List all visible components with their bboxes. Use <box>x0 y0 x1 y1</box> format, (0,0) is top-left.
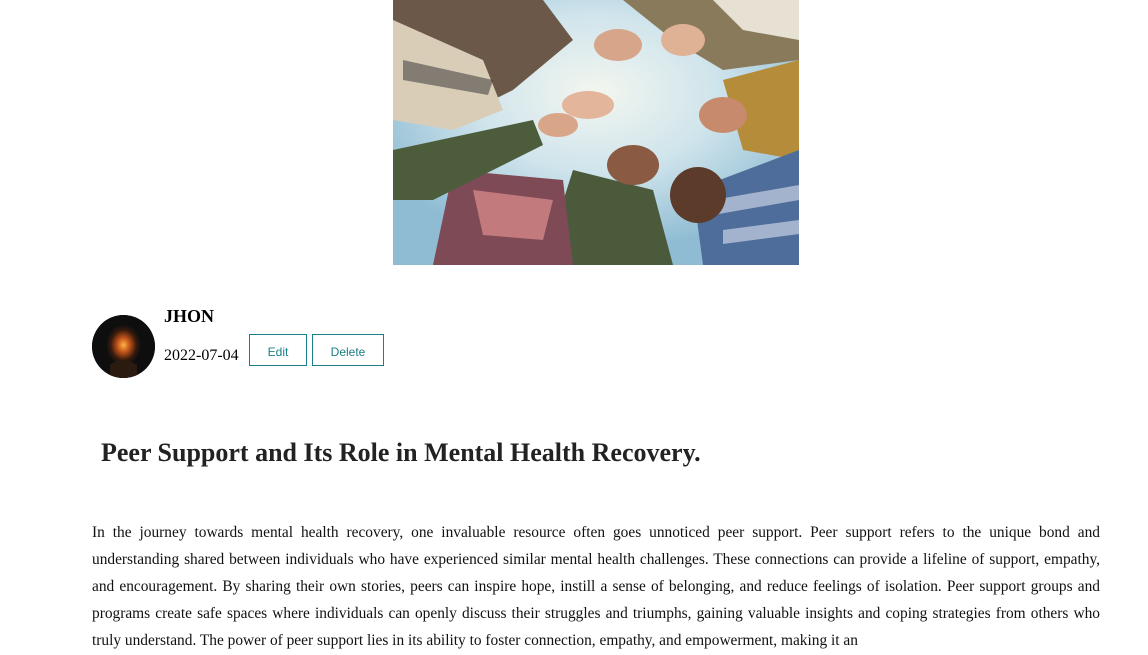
post-title: Peer Support and Its Role in Mental Heal… <box>101 438 701 467</box>
edit-button[interactable]: Edit <box>249 334 307 366</box>
post-date: 2022-07-04 <box>164 347 239 364</box>
blog-post-page: JHON 2022-07-04 Edit Delete Peer Support… <box>0 0 1148 655</box>
hero-image <box>393 0 799 265</box>
post-body: In the journey towards mental health rec… <box>92 524 1100 649</box>
author-name: JHON <box>164 306 215 326</box>
delete-button[interactable]: Delete <box>312 334 384 366</box>
avatar[interactable] <box>92 315 155 378</box>
